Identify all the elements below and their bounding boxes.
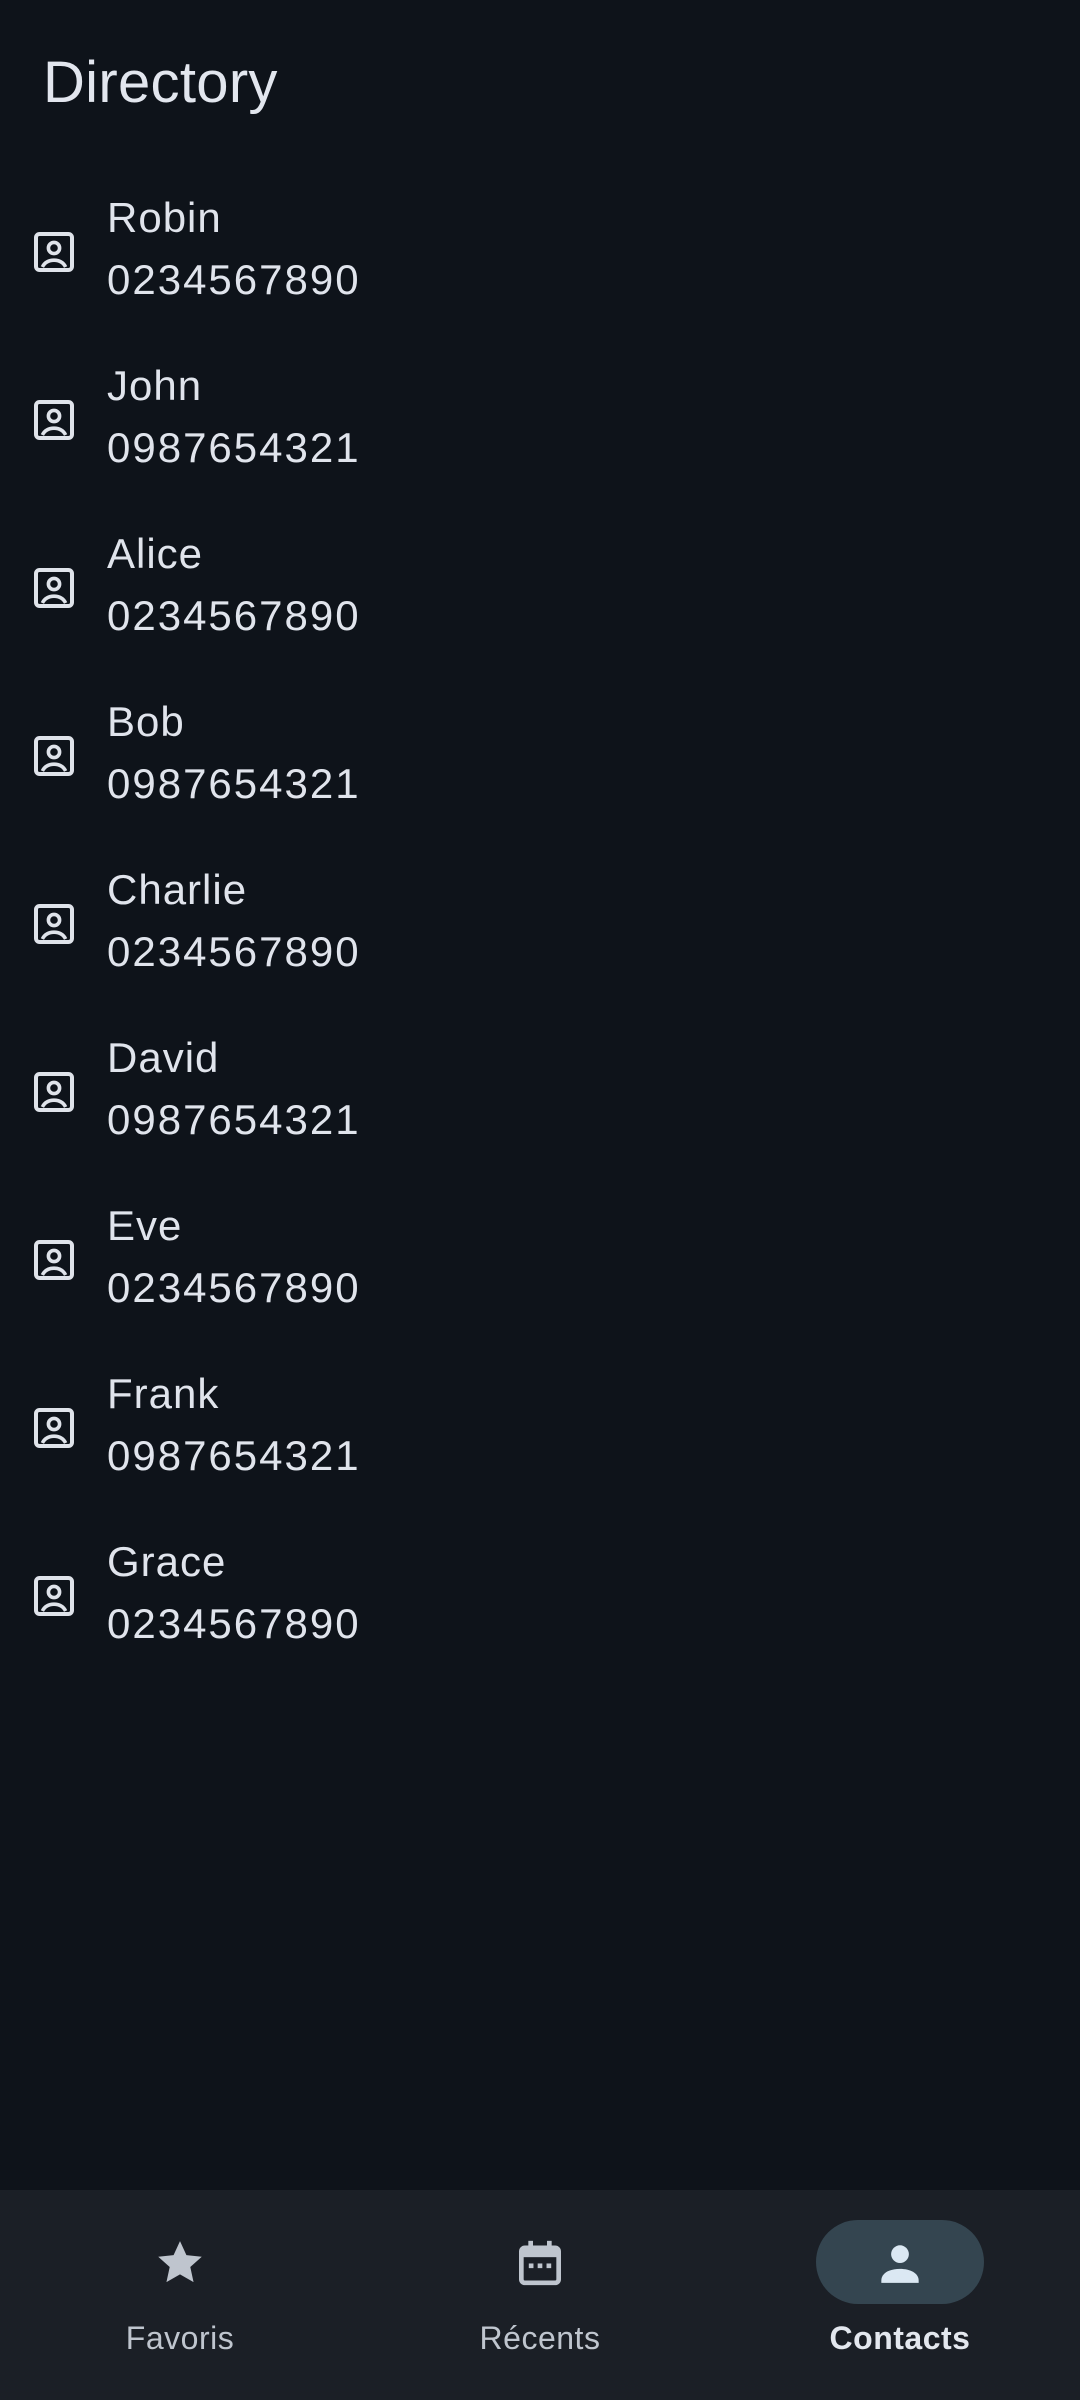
contact-card-icon (30, 732, 78, 780)
contact-name: John (107, 362, 203, 409)
contact-row[interactable]: Bob 0987654321 (0, 672, 1080, 840)
contact-phone: 0234567890 (107, 592, 361, 639)
contact-card-icon (30, 1404, 78, 1452)
contact-phone: 0234567890 (107, 1264, 361, 1311)
contacts-screen: Directory Robin 0234567890 John 09876543… (0, 0, 1080, 2400)
contact-phone: 0987654321 (107, 1096, 361, 1143)
contact-name: Grace (107, 1538, 227, 1585)
contact-list: Robin 0234567890 John 0987654321 Alice 0… (0, 168, 1080, 1680)
calendar-icon (512, 2235, 568, 2291)
nav-label: Contacts (829, 2320, 971, 2356)
nav-item-favoris[interactable]: Favoris (0, 2190, 360, 2400)
contact-name: Bob (107, 698, 185, 745)
nav-label: Favoris (125, 2320, 235, 2356)
contact-phone: 0234567890 (107, 928, 361, 975)
nav-item-contacts[interactable]: Contacts (720, 2190, 1080, 2400)
contact-row[interactable]: Eve 0234567890 (0, 1176, 1080, 1344)
contact-phone: 0987654321 (107, 1432, 361, 1479)
contact-row[interactable]: David 0987654321 (0, 1008, 1080, 1176)
contact-card-icon (30, 1572, 78, 1620)
person-icon (872, 2235, 928, 2291)
contact-row[interactable]: Charlie 0234567890 (0, 840, 1080, 1008)
star-icon (152, 2235, 208, 2291)
contact-name: David (107, 1034, 220, 1081)
contact-name: Eve (107, 1202, 183, 1249)
contact-row[interactable]: Robin 0234567890 (0, 168, 1080, 336)
contact-row[interactable]: John 0987654321 (0, 336, 1080, 504)
nav-item-recents[interactable]: Récents (360, 2190, 720, 2400)
contact-card-icon (30, 228, 78, 276)
contact-card-icon (30, 900, 78, 948)
contact-row[interactable]: Frank 0987654321 (0, 1344, 1080, 1512)
contact-card-icon (30, 396, 78, 444)
contact-card-icon (30, 564, 78, 612)
bottom-navigation-bar: Favoris Récents Contacts (0, 2190, 1080, 2400)
contact-phone: 0987654321 (107, 760, 361, 807)
contact-card-icon (30, 1068, 78, 1116)
contact-card-icon (30, 1236, 78, 1284)
contact-name: Alice (107, 530, 204, 577)
contact-phone: 0234567890 (107, 1600, 361, 1647)
contact-name: Frank (107, 1370, 220, 1417)
nav-label: Récents (479, 2320, 601, 2356)
contact-name: Charlie (107, 866, 248, 913)
contact-phone: 0987654321 (107, 424, 361, 471)
contact-row[interactable]: Grace 0234567890 (0, 1512, 1080, 1680)
page-title: Directory (43, 50, 278, 115)
contact-row[interactable]: Alice 0234567890 (0, 504, 1080, 672)
contact-name: Robin (107, 194, 222, 241)
contact-phone: 0234567890 (107, 256, 361, 303)
